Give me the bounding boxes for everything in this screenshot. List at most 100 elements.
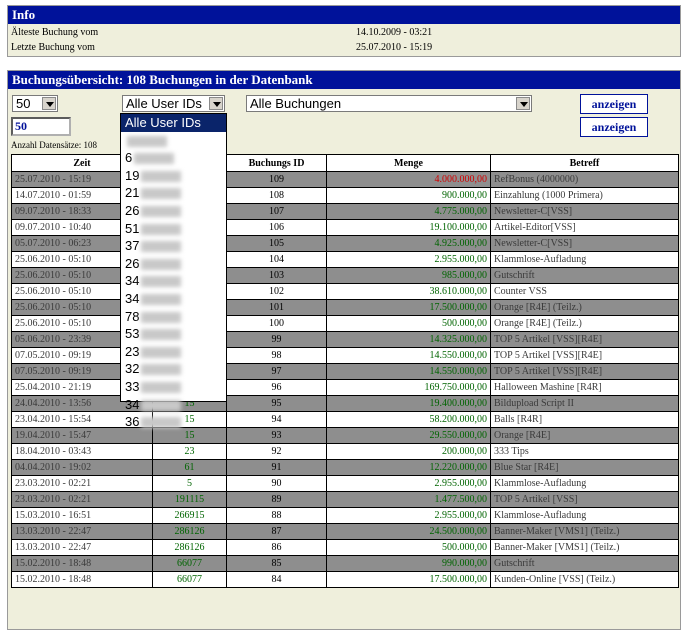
cell-menge: 14.550.000,00: [326, 347, 491, 364]
cell-betreff: Newsletter-C[VSS]: [490, 203, 679, 220]
table-row: 13.03.2010 - 22:47 286126 86 500.000,00 Bann…: [11, 539, 679, 556]
cell-id: 104: [226, 251, 327, 268]
dropdown-option[interactable]: 51: [121, 220, 226, 238]
chevron-down-icon[interactable]: [209, 97, 223, 110]
chevron-down-icon[interactable]: [42, 97, 56, 110]
booking-type-select[interactable]: Alle Buchungen: [246, 95, 532, 112]
limit-input[interactable]: 50: [11, 117, 71, 136]
cell-betreff: Blue Star [R4E]: [490, 459, 679, 476]
dropdown-option-label: 78: [125, 308, 140, 324]
table-row: 05.06.2010 - 23:39 99 14.325.000,00 TOP 5 A…: [11, 331, 679, 348]
chevron-down-icon[interactable]: [516, 97, 530, 110]
cell-betreff: Gutschrift: [490, 267, 679, 284]
dropdown-option-label: 21: [125, 185, 140, 201]
cell-betreff: Orange [R4E] (Teilz.): [490, 299, 679, 316]
table-row: 23.03.2010 - 02:21 191115 89 1.477.500,00 TO…: [11, 491, 679, 508]
cell-zeit: 15.03.2010 - 16:51: [11, 507, 153, 524]
dropdown-option-label: 32: [125, 361, 140, 377]
dropdown-option-label: 19: [125, 167, 140, 183]
redacted-user-id: [141, 223, 182, 235]
dropdown-option-label: 34: [125, 396, 140, 412]
table-row: 25.07.2010 - 15:19 109 4.000.000,00 RefBonu…: [11, 171, 679, 188]
dropdown-option-label: 34: [125, 273, 140, 289]
redacted-user-id: [134, 153, 175, 165]
cell-menge: 12.220.000,00: [326, 459, 491, 476]
cell-betreff: Artikel-Editor[VSS]: [490, 219, 679, 236]
redacted-user-id: [141, 381, 182, 393]
cell-id: 91: [226, 459, 327, 476]
show-button[interactable]: anzeigen: [580, 94, 648, 114]
cell-betreff: Einzahlung (1000 Primera): [490, 187, 679, 204]
dropdown-option[interactable]: 33: [121, 378, 226, 396]
user-id-select[interactable]: Alle User IDs: [122, 95, 225, 112]
dropdown-option[interactable]: 78: [121, 308, 226, 326]
dropdown-option-label: Alle User IDs: [125, 115, 201, 130]
dropdown-option-label: 37: [125, 238, 140, 254]
cell-betreff: Klammlose-Aufladung: [490, 251, 679, 268]
cell-id: 98: [226, 347, 327, 364]
cell-betreff: Halloween Mashine [R4R]: [490, 379, 679, 396]
cell-menge: 900.000,00: [326, 187, 491, 204]
dropdown-option[interactable]: 19: [121, 167, 226, 185]
dropdown-option[interactable]: 36: [121, 413, 226, 431]
overview-panel: Buchungsübersicht: 108 Buchungen in der …: [7, 70, 681, 630]
col-header-id[interactable]: Buchungs ID: [226, 154, 327, 172]
count-select-value: 50: [16, 96, 31, 111]
dropdown-option-label: 36: [125, 414, 140, 430]
dropdown-option[interactable]: 21: [121, 184, 226, 202]
cell-zeit: 13.03.2010 - 22:47: [11, 539, 153, 556]
cell-betreff: Newsletter-C[VSS]: [490, 235, 679, 252]
dropdown-option[interactable]: 34: [121, 272, 226, 290]
dropdown-option[interactable]: 32: [121, 360, 226, 378]
show-button-2[interactable]: anzeigen: [580, 117, 648, 137]
cell-betreff: TOP 5 Artikel [VSS][R4E]: [490, 331, 679, 348]
cell-user: 191115: [152, 491, 227, 508]
dropdown-option[interactable]: 26: [121, 255, 226, 273]
col-header-betreff[interactable]: Betreff: [490, 154, 679, 172]
redacted-user-id: [141, 170, 182, 182]
cell-menge: 4.000.000,00: [326, 171, 491, 188]
dropdown-option[interactable]: [121, 132, 226, 150]
cell-menge: 200.000,00: [326, 443, 491, 460]
redacted-user-id: [141, 364, 182, 376]
count-select[interactable]: 50: [12, 95, 58, 112]
cell-menge: 58.200.000,00: [326, 411, 491, 428]
redacted-user-id: [141, 276, 182, 288]
dropdown-option[interactable]: 34: [121, 290, 226, 308]
info-panel: Info Älteste Buchung vom 14.10.2009 - 03…: [7, 5, 681, 57]
redacted-user-id: [141, 311, 182, 323]
cell-menge: 2.955.000,00: [326, 251, 491, 268]
cell-menge: 19.100.000,00: [326, 219, 491, 236]
cell-id: 100: [226, 315, 327, 332]
cell-betreff: TOP 5 Artikel [VSS][R4E]: [490, 347, 679, 364]
cell-user: 66077: [152, 555, 227, 572]
col-header-menge[interactable]: Menge: [326, 154, 491, 172]
cell-id: 107: [226, 203, 327, 220]
table-row: 23.03.2010 - 02:21 5 90 2.955.000,00 Klammlo…: [11, 475, 679, 492]
redacted-user-id: [127, 135, 167, 147]
dropdown-option[interactable]: 37: [121, 237, 226, 255]
cell-zeit: 13.03.2010 - 22:47: [11, 523, 153, 540]
cell-betreff: Counter VSS: [490, 283, 679, 300]
user-id-select-value: Alle User IDs: [126, 96, 202, 111]
cell-betreff: Banner-Maker [VMS1] (Teilz.): [490, 539, 679, 556]
cell-menge: 29.550.000,00: [326, 427, 491, 444]
dropdown-option[interactable]: 23: [121, 343, 226, 361]
dropdown-option-all[interactable]: Alle User IDs: [121, 114, 226, 132]
dropdown-option[interactable]: 53: [121, 325, 226, 343]
cell-betreff: TOP 5 Artikel [VSS][R4E]: [490, 363, 679, 380]
cell-betreff: Gutschrift: [490, 555, 679, 572]
table-row: 09.07.2010 - 10:40 106 19.100.000,00 Artike…: [11, 219, 679, 236]
cell-id: 87: [226, 523, 327, 540]
dropdown-option[interactable]: 26: [121, 202, 226, 220]
dropdown-option[interactable]: 34: [121, 396, 226, 414]
dropdown-option[interactable]: 6: [121, 149, 226, 167]
table-row: 05.07.2010 - 06:23 105 4.925.000,00 Newslet…: [11, 235, 679, 252]
table-row: 25.06.2010 - 05:10 102 38.610.000,00 Counte…: [11, 283, 679, 300]
oldest-booking-label: Älteste Buchung vom: [11, 27, 99, 38]
redacted-user-id: [141, 241, 182, 253]
cell-menge: 2.955.000,00: [326, 475, 491, 492]
cell-menge: 4.925.000,00: [326, 235, 491, 252]
user-id-dropdown-list[interactable]: Alle User IDs 6 19 21 26 51 37 26 34 34 78 53 23 32 33…: [120, 113, 227, 429]
cell-user: 286126: [152, 523, 227, 540]
